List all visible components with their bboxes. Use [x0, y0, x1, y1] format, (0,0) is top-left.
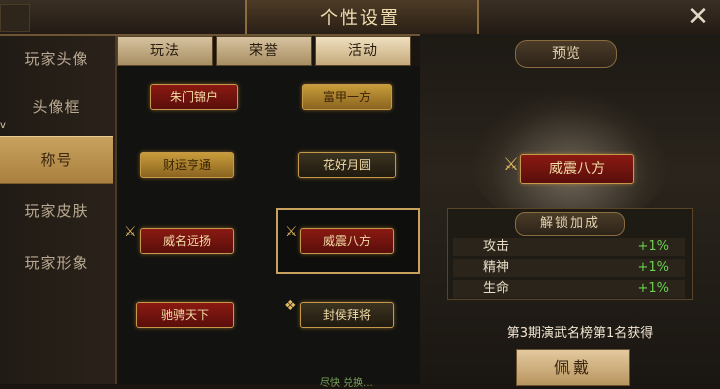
- bonus-value: +1%: [637, 281, 669, 296]
- close-icon[interactable]: ✕: [683, 3, 713, 31]
- title-item[interactable]: 驰骋天下: [136, 302, 234, 328]
- tab-gameplay[interactable]: 玩法: [117, 36, 213, 66]
- sidebar-item-skin[interactable]: 玩家皮肤: [0, 188, 113, 234]
- sword-icon: ⚔: [503, 154, 520, 175]
- page-title: 个性设置: [320, 8, 400, 29]
- title-item[interactable]: 花好月圆: [298, 152, 396, 178]
- sidebar-item-avatar[interactable]: 玩家头像: [0, 36, 113, 82]
- sidebar-item-avatar-frame[interactable]: 头像框: [0, 84, 113, 130]
- bonus-row: 生命 +1%: [453, 280, 685, 298]
- title-item[interactable]: 封侯拜将: [300, 302, 394, 328]
- chevron-down-icon: v: [0, 120, 6, 131]
- sword-icon: ⚔: [285, 224, 298, 240]
- tab-event[interactable]: 活动: [315, 36, 411, 66]
- title-item[interactable]: 威名远扬: [140, 228, 234, 254]
- back-icon[interactable]: [0, 4, 30, 32]
- title-item[interactable]: 财运亨通: [140, 152, 234, 178]
- wear-button[interactable]: 佩戴: [516, 349, 630, 386]
- bonus-row: 精神 +1%: [453, 259, 685, 277]
- title-item[interactable]: 威震八方: [300, 228, 394, 254]
- bonus-row: 攻击 +1%: [453, 238, 685, 256]
- bonus-value: +1%: [637, 239, 669, 254]
- title-item[interactable]: 富甲一方: [302, 84, 392, 110]
- title-item[interactable]: 朱门锦户: [150, 84, 238, 110]
- preview-label: 预览: [515, 40, 617, 68]
- bonus-title: 解锁加成: [515, 212, 625, 236]
- seal-icon: ❖: [284, 298, 297, 314]
- bonus-name: 生命: [483, 281, 510, 296]
- sword-icon: ⚔: [124, 224, 137, 240]
- bonus-value: +1%: [637, 260, 669, 275]
- bonus-name: 精神: [483, 260, 510, 275]
- bonus-name: 攻击: [483, 239, 510, 254]
- sidebar: 玩家头像 头像框 称号 玩家皮肤 玩家形象: [0, 36, 117, 384]
- preview-title-badge: 威震八方: [520, 154, 634, 184]
- grid-footer-hint: 尽快 兑换...: [320, 378, 373, 389]
- unlock-condition: 第3期演武名榜第1名获得: [506, 326, 654, 341]
- sidebar-item-figure[interactable]: 玩家形象: [0, 240, 113, 286]
- sidebar-item-title[interactable]: 称号: [0, 136, 113, 184]
- tab-honor[interactable]: 荣誉: [216, 36, 312, 66]
